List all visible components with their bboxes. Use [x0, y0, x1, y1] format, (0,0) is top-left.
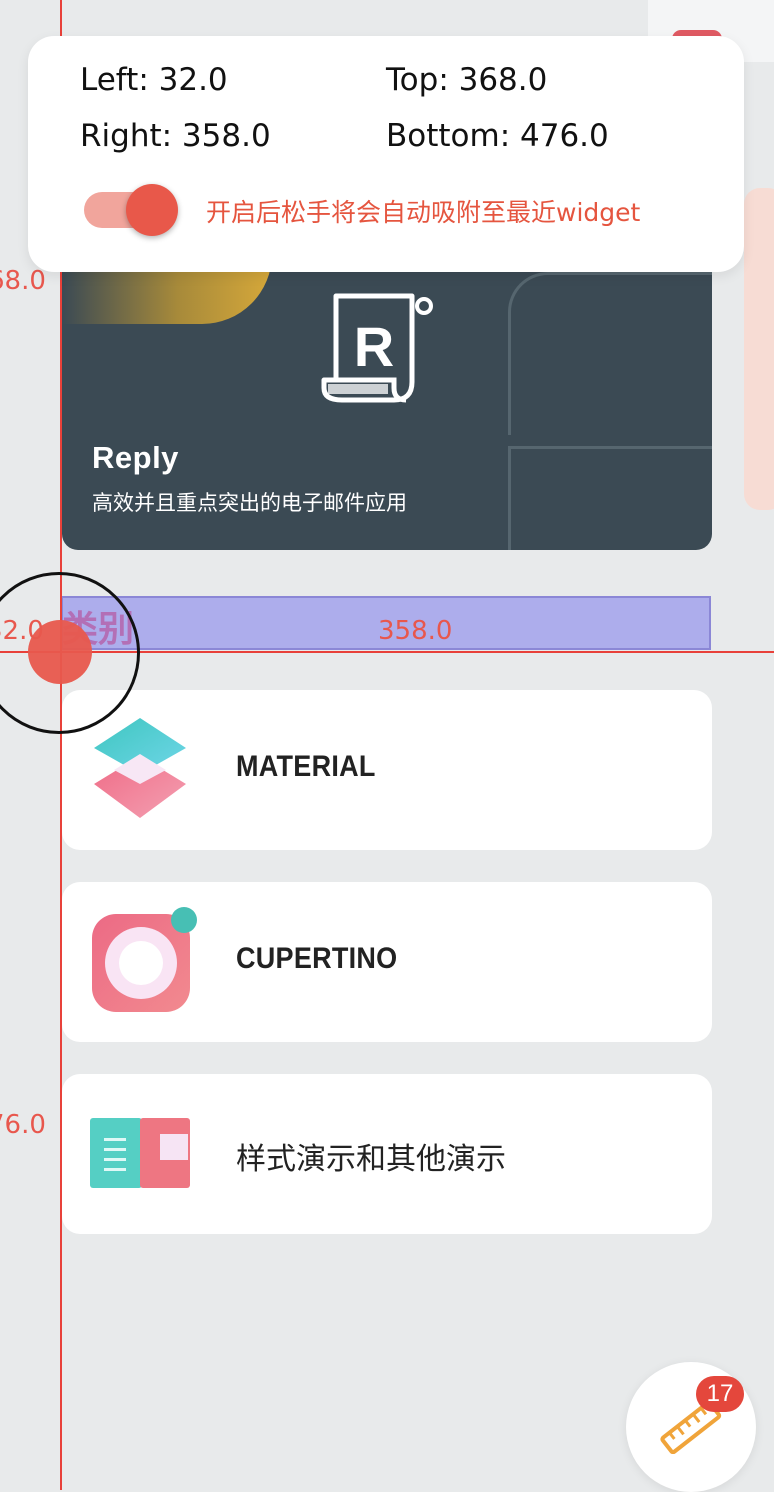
list-item-label: CUPERTINO — [236, 942, 398, 975]
snap-toggle-thumb[interactable] — [126, 184, 178, 236]
reply-card-title: Reply — [92, 440, 179, 475]
snap-toggle-hint: 开启后松手将会自动吸附至最近widget — [206, 198, 641, 227]
list-item-material[interactable]: MATERIAL — [62, 690, 712, 850]
reply-logo-letter: R — [354, 315, 394, 378]
next-card-peek[interactable] — [744, 188, 774, 510]
right-value: Right: 358.0 — [80, 118, 271, 154]
reply-card-subtitle: 高效并且重点突出的电子邮件应用 — [92, 491, 407, 515]
bottom-measurement: 76.0 — [0, 1110, 46, 1140]
list-item-label: MATERIAL — [236, 750, 376, 783]
drag-handle[interactable] — [28, 620, 92, 684]
reply-logo-icon: R — [321, 293, 433, 403]
widget-info-panel: Left: 32.0 Top: 368.0 Right: 358.0 Botto… — [28, 36, 744, 272]
list-item-reference[interactable]: 样式演示和其他演示 — [62, 1074, 712, 1234]
top-value: Top: 368.0 — [386, 62, 548, 98]
material-layers-icon — [94, 718, 186, 818]
notification-badge: 17 — [696, 1376, 744, 1412]
reply-card-frame-line — [508, 272, 712, 435]
cupertino-camera-icon — [92, 907, 197, 1012]
list-item-label: 样式演示和其他演示 — [236, 1142, 506, 1177]
reply-study-card[interactable]: R Reply 高效并且重点突出的电子邮件应用 — [62, 250, 712, 550]
left-value: Left: 32.0 — [80, 62, 228, 98]
bottom-value: Bottom: 476.0 — [386, 118, 609, 154]
width-measurement: 358.0 — [378, 616, 453, 646]
top-measurement: 68.0 — [0, 266, 46, 296]
reference-book-icon — [90, 1118, 190, 1188]
reply-card-frame-line — [508, 446, 712, 550]
list-item-cupertino[interactable]: CUPERTINO — [62, 882, 712, 1042]
